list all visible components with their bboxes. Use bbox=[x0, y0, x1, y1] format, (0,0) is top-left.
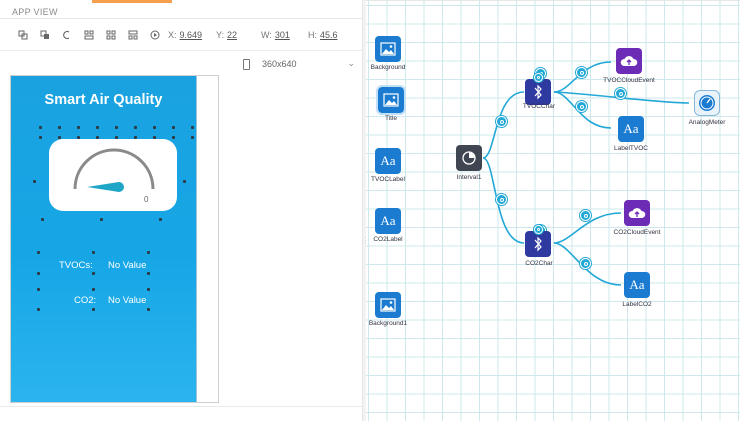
bluetooth-icon[interactable] bbox=[525, 231, 551, 257]
text-label-icon[interactable]: Aa bbox=[375, 208, 401, 234]
align-grid-icon[interactable] bbox=[106, 30, 116, 40]
selection-handles bbox=[37, 272, 196, 275]
chevron-down-icon[interactable]: ⌄ bbox=[347, 58, 355, 69]
y-value[interactable]: 22 bbox=[227, 30, 237, 40]
cloud-upload-icon[interactable] bbox=[616, 48, 642, 74]
co2-label[interactable]: CO2: bbox=[74, 295, 96, 306]
node-label-co2-cloud-event: CO2CloudEvent bbox=[613, 229, 661, 236]
selection-handle bbox=[33, 180, 36, 183]
timer-icon[interactable] bbox=[456, 145, 482, 171]
divider bbox=[196, 76, 197, 402]
node-label-tvoc-char: TVOCChar bbox=[522, 103, 556, 110]
active-tab-indicator bbox=[92, 0, 172, 3]
divider bbox=[0, 18, 362, 19]
connection-settings-icon[interactable] bbox=[496, 194, 507, 205]
selection-handles bbox=[39, 126, 194, 129]
connection-settings-icon[interactable] bbox=[580, 258, 591, 269]
analog-meter-widget[interactable] bbox=[49, 139, 177, 211]
x-coordinate[interactable]: X: 9.649 bbox=[168, 30, 202, 40]
node-label-tvoc-cloud-event: TVOCCloudEvent bbox=[603, 77, 655, 84]
node-label-background: Background bbox=[370, 64, 406, 71]
selection-handles bbox=[37, 288, 196, 291]
h-label: H: bbox=[308, 30, 317, 40]
node-label-title: Title bbox=[384, 115, 398, 122]
connection-settings-icon[interactable] bbox=[496, 116, 507, 127]
image-icon[interactable] bbox=[375, 292, 401, 318]
connection-settings-icon[interactable] bbox=[576, 67, 587, 78]
connection-settings-icon[interactable] bbox=[615, 88, 626, 99]
selection-handle bbox=[183, 180, 186, 183]
node-label-co2-char: CO2Char bbox=[525, 260, 553, 267]
height-field[interactable]: H: 45.6 bbox=[308, 30, 338, 40]
node-label-analog-meter: AnalogMeter bbox=[688, 119, 726, 126]
tvoc-label[interactable]: TVOCs: bbox=[59, 260, 93, 271]
co2-value[interactable]: No Value bbox=[108, 295, 146, 306]
h-value[interactable]: 45.6 bbox=[320, 30, 338, 40]
image-icon[interactable] bbox=[376, 85, 406, 115]
connection-settings-icon[interactable] bbox=[576, 101, 587, 112]
phone-screen[interactable]: Smart Air Quality 0 TVOCs: No Value CO2:… bbox=[11, 76, 196, 402]
node-label-tvoc-label: TVOCLabel bbox=[371, 176, 405, 183]
app-view-pane: APP VIEW X: 9.649 Y: 22 W: 301 H: 45.6 3… bbox=[0, 0, 362, 421]
app-view-label: APP VIEW bbox=[12, 7, 58, 17]
node-label-label-tvoc: LabelTVOC bbox=[614, 145, 648, 152]
node-label-interval1: Interval1 bbox=[456, 174, 482, 181]
cloud-upload-icon[interactable] bbox=[624, 200, 650, 226]
text-label-icon[interactable]: Aa bbox=[618, 116, 644, 142]
text-label-icon[interactable]: Aa bbox=[375, 148, 401, 174]
node-label-co2-label: CO2Label bbox=[373, 236, 403, 243]
device-size-select[interactable]: 360x640 ⌄ bbox=[243, 56, 359, 72]
gauge-icon bbox=[73, 148, 155, 192]
y-coordinate[interactable]: Y: 22 bbox=[216, 30, 237, 40]
text-label-icon[interactable]: Aa bbox=[624, 272, 650, 298]
w-value[interactable]: 301 bbox=[275, 30, 290, 40]
node-connector-icon[interactable] bbox=[534, 225, 543, 234]
distribute-icon[interactable] bbox=[128, 30, 138, 40]
selection-handles bbox=[41, 218, 162, 221]
gauge-value: 0 bbox=[144, 195, 149, 204]
y-label: Y: bbox=[216, 30, 225, 40]
divider bbox=[0, 406, 362, 407]
w-label: W: bbox=[261, 30, 272, 40]
align-left-icon[interactable] bbox=[84, 30, 94, 40]
node-label-label-co2: LabelCO2 bbox=[622, 301, 652, 308]
paste-icon[interactable] bbox=[40, 30, 50, 40]
x-value[interactable]: 9.649 bbox=[180, 30, 203, 40]
image-icon[interactable] bbox=[375, 36, 401, 62]
node-connector-icon[interactable] bbox=[534, 73, 543, 82]
selection-handles bbox=[37, 308, 196, 311]
node-label-background1: Background1 bbox=[368, 320, 408, 327]
x-label: X: bbox=[168, 30, 177, 40]
selection-handles bbox=[37, 251, 196, 254]
connection-wires bbox=[482, 61, 690, 286]
tvoc-value[interactable]: No Value bbox=[108, 260, 146, 271]
width-field[interactable]: W: 301 bbox=[261, 30, 290, 40]
device-size-value: 360x640 bbox=[262, 59, 297, 69]
app-title[interactable]: Smart Air Quality bbox=[11, 92, 196, 108]
phone-icon bbox=[243, 58, 250, 70]
gauge-icon[interactable] bbox=[694, 90, 720, 116]
play-icon[interactable] bbox=[150, 30, 160, 40]
undo-icon[interactable] bbox=[62, 30, 72, 40]
bluetooth-icon[interactable] bbox=[525, 79, 551, 105]
toolbar bbox=[18, 26, 172, 44]
copy-icon[interactable] bbox=[18, 30, 28, 40]
connection-settings-icon[interactable] bbox=[580, 210, 591, 221]
divider bbox=[0, 50, 362, 51]
